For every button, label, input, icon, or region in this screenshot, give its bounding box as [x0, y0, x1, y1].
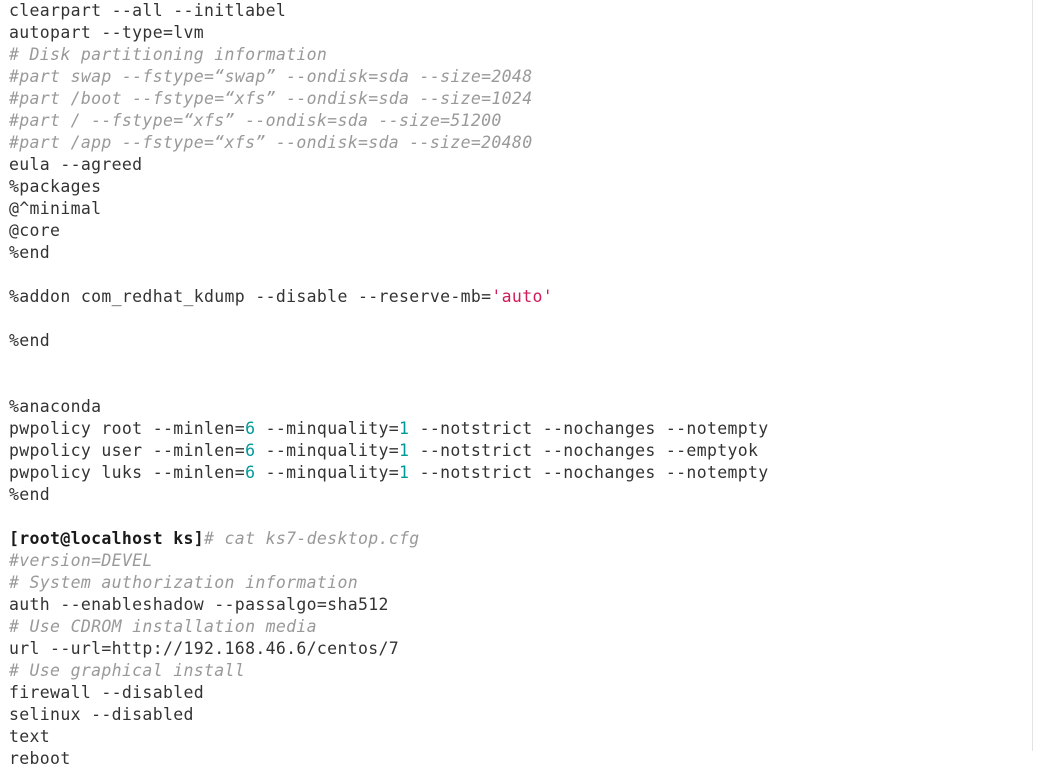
code-token-comment: #part /app --fstype=“xfs” --ondisk=sda -…	[9, 133, 533, 152]
code-line: @^minimal	[0, 198, 1032, 220]
code-line: # System authorization information	[0, 572, 1032, 594]
code-line: text	[0, 726, 1032, 748]
code-token-plain: @core	[9, 221, 61, 240]
code-line: pwpolicy luks --minlen=6 --minquality=1 …	[0, 462, 1032, 484]
code-line: # Use CDROM installation media	[0, 616, 1032, 638]
code-token-plain: pwpolicy luks --minlen=	[9, 463, 246, 482]
code-token-plain: text	[9, 727, 51, 746]
code-token-plain: firewall --disabled	[9, 683, 205, 702]
code-line: selinux --disabled	[0, 704, 1032, 726]
code-token-command: # cat ks7-desktop.cfg	[204, 529, 420, 548]
code-line: autopart --type=lvm	[0, 22, 1032, 44]
code-line: firewall --disabled	[0, 682, 1032, 704]
code-token-number: 1	[399, 441, 410, 460]
code-token-plain: --minquality=	[255, 441, 400, 460]
code-line: # Disk partitioning information	[0, 44, 1032, 66]
code-token-comment: # Disk partitioning information	[9, 45, 328, 64]
code-token-plain: eula --agreed	[9, 155, 143, 174]
code-line: url --url=http://192.168.46.6/centos/7	[0, 638, 1032, 660]
code-line: #part swap --fstype=“swap” --ondisk=sda …	[0, 66, 1032, 88]
code-line: pwpolicy root --minlen=6 --minquality=1 …	[0, 418, 1032, 440]
code-token-number: 6	[245, 441, 256, 460]
code-token-plain: auth --enableshadow --passalgo=sha512	[9, 595, 389, 614]
code-token-prompt: [root@localhost ks]	[9, 529, 205, 548]
code-line: auth --enableshadow --passalgo=sha512	[0, 594, 1032, 616]
code-line: #part /boot --fstype=“xfs” --ondisk=sda …	[0, 88, 1032, 110]
code-line: #part / --fstype=“xfs” --ondisk=sda --si…	[0, 110, 1032, 132]
code-token-plain: %end	[9, 243, 51, 262]
code-token-plain: --notstrict --nochanges --emptyok	[409, 441, 759, 460]
code-token-plain: url --url=http://192.168.46.6/centos/7	[9, 639, 400, 658]
code-line: %packages	[0, 176, 1032, 198]
code-token-plain: pwpolicy user --minlen=	[9, 441, 246, 460]
code-token-plain: pwpolicy root --minlen=	[9, 419, 246, 438]
code-token-plain: %addon com_redhat_kdump --disable --rese…	[9, 287, 492, 306]
code-line: %anaconda	[0, 396, 1032, 418]
code-token-plain: clearpart --all --initlabel	[9, 1, 287, 20]
code-token-plain: --minquality=	[255, 463, 400, 482]
code-line: %end	[0, 330, 1032, 352]
code-line: eula --agreed	[0, 154, 1032, 176]
code-token-comment: #part /boot --fstype=“xfs” --ondisk=sda …	[9, 89, 533, 108]
code-line: #part /app --fstype=“xfs” --ondisk=sda -…	[0, 132, 1032, 154]
code-token-comment: # Use graphical install	[9, 661, 246, 680]
code-token-number: 6	[245, 463, 256, 482]
code-token-number: 1	[399, 419, 410, 438]
code-token-comment: #part / --fstype=“xfs” --ondisk=sda --si…	[9, 111, 502, 130]
code-token-plain: %end	[9, 331, 51, 350]
code-token-plain: %end	[9, 485, 51, 504]
code-token-string: 'auto'	[491, 287, 553, 306]
kickstart-config-code-listing[interactable]: clearpart --all --initlabel autopart --ty…	[0, 0, 1033, 768]
code-line: reboot	[0, 748, 1032, 770]
code-line: # Use graphical install	[0, 660, 1032, 682]
code-line: %end	[0, 484, 1032, 506]
code-token-comment: # System authorization information	[9, 573, 358, 592]
code-token-number: 6	[245, 419, 256, 438]
code-token-plain: --notstrict --nochanges --notempty	[409, 419, 769, 438]
code-line: %addon com_redhat_kdump --disable --rese…	[0, 286, 1032, 308]
code-token-number: 1	[399, 463, 410, 482]
code-line: #version=DEVEL	[0, 550, 1032, 572]
code-token-plain: %packages	[9, 177, 102, 196]
code-line: clearpart --all --initlabel	[0, 0, 1032, 22]
code-line: %end	[0, 242, 1032, 264]
code-token-plain: --minquality=	[255, 419, 400, 438]
code-token-comment: # Use CDROM installation media	[9, 617, 317, 636]
code-token-plain: selinux --disabled	[9, 705, 194, 724]
code-token-plain: --notstrict --nochanges --notempty	[409, 463, 769, 482]
code-token-plain: autopart --type=lvm	[9, 23, 205, 42]
code-token-plain: %anaconda	[9, 397, 102, 416]
code-token-comment: #part swap --fstype=“swap” --ondisk=sda …	[9, 67, 533, 86]
code-token-plain: reboot	[9, 749, 71, 768]
code-token-comment: #version=DEVEL	[9, 551, 153, 570]
code-line: [root@localhost ks]# cat ks7-desktop.cfg	[0, 528, 1032, 550]
code-token-plain: @^minimal	[9, 199, 102, 218]
code-line: pwpolicy user --minlen=6 --minquality=1 …	[0, 440, 1032, 462]
code-line: @core	[0, 220, 1032, 242]
